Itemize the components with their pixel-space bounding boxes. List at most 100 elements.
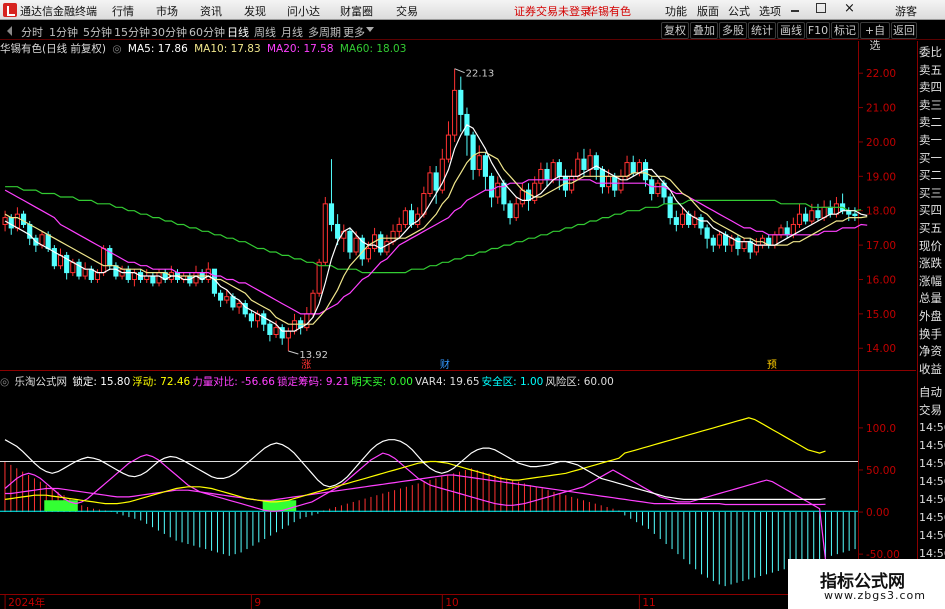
candle-body bbox=[224, 296, 230, 301]
candle-body bbox=[322, 203, 328, 263]
candle-body bbox=[698, 217, 704, 229]
quote-field-13[interactable]: 涨幅 bbox=[919, 272, 945, 290]
panel-tab-0[interactable]: 自动 bbox=[919, 383, 945, 401]
candle-body bbox=[809, 210, 815, 222]
kline-chart[interactable]: 22.00 21.00 20.00 19.00 18.00 17.00 16.00 15.00… bbox=[0, 0, 945, 609]
quote-field-16[interactable]: 换手 bbox=[919, 325, 945, 343]
candle-body bbox=[458, 89, 464, 115]
quote-field-1[interactable]: 卖五 bbox=[919, 61, 945, 79]
quote-field-0[interactable]: 委比 bbox=[919, 43, 945, 61]
candle-body bbox=[587, 155, 593, 170]
tick-time-0: 14:56 bbox=[919, 421, 945, 434]
time-tick-label: 2024年 bbox=[8, 596, 45, 609]
price-tick-label: 15.00 bbox=[866, 309, 896, 321]
candle-body bbox=[88, 268, 94, 280]
candle-body bbox=[248, 313, 254, 322]
candle-body bbox=[347, 230, 353, 253]
candle-body bbox=[519, 189, 525, 205]
candle-body bbox=[753, 244, 759, 253]
price-tick-label: 22.00 bbox=[866, 68, 896, 80]
quote-field-8[interactable]: 买三 bbox=[919, 184, 945, 202]
candle-body bbox=[735, 237, 741, 250]
quote-field-7[interactable]: 买二 bbox=[919, 166, 945, 184]
candle-body bbox=[353, 237, 359, 253]
quote-field-15[interactable]: 外盘 bbox=[919, 307, 945, 325]
candle-body bbox=[402, 210, 408, 225]
site-watermark: 指标公式网 www.zbgs3.com bbox=[788, 559, 945, 609]
candle-body bbox=[606, 175, 612, 188]
price-tick-label: 18.00 bbox=[866, 206, 896, 218]
candle-body bbox=[550, 162, 556, 181]
ma5-line bbox=[4, 123, 868, 332]
candle-body bbox=[20, 213, 27, 225]
quote-field-2[interactable]: 卖四 bbox=[919, 78, 945, 96]
candle-body bbox=[316, 261, 322, 294]
candle-body bbox=[636, 162, 642, 174]
candle-body bbox=[803, 213, 809, 222]
quote-field-14[interactable]: 总量 bbox=[919, 289, 945, 307]
candle-body bbox=[827, 206, 833, 215]
candle-body bbox=[538, 168, 544, 184]
candle-body bbox=[310, 292, 316, 315]
indicator-tick-label: 50.00 bbox=[866, 465, 896, 477]
candle-body bbox=[94, 272, 101, 280]
event-marker-1: 财 bbox=[440, 358, 450, 371]
candle-body bbox=[113, 265, 119, 277]
candle-body bbox=[470, 134, 476, 170]
candle-body bbox=[8, 217, 14, 229]
quote-field-11[interactable]: 现价 bbox=[919, 237, 945, 255]
indicator-tick-label: 100.0 bbox=[866, 423, 896, 435]
candle-body bbox=[396, 223, 402, 232]
candle-body bbox=[544, 168, 550, 181]
candle-body bbox=[679, 213, 686, 225]
price-tick-label: 20.00 bbox=[866, 137, 896, 149]
candle-body bbox=[150, 275, 156, 284]
quote-field-9[interactable]: 买四 bbox=[919, 201, 945, 219]
high-price-label: 22.13 bbox=[466, 69, 495, 80]
time-tick-label: 10 bbox=[445, 597, 458, 609]
lock-line bbox=[4, 439, 826, 500]
quote-field-17[interactable]: 净资 bbox=[919, 342, 945, 360]
quote-field-6[interactable]: 买一 bbox=[919, 149, 945, 167]
candle-body bbox=[723, 234, 729, 246]
quote-field-12[interactable]: 涨跌 bbox=[919, 254, 945, 272]
candle-body bbox=[507, 203, 513, 219]
candle-body bbox=[852, 213, 858, 217]
candle-body bbox=[630, 162, 636, 174]
candle-body bbox=[335, 223, 341, 239]
candle-body bbox=[575, 158, 581, 177]
quote-field-3[interactable]: 卖三 bbox=[919, 96, 945, 114]
power-ratio-line bbox=[4, 452, 827, 560]
float-line bbox=[4, 417, 826, 505]
candle-body bbox=[218, 292, 224, 301]
candle-body bbox=[673, 217, 679, 225]
candle-body bbox=[599, 168, 606, 188]
quote-field-4[interactable]: 卖二 bbox=[919, 113, 945, 131]
candle-body bbox=[261, 313, 267, 325]
candle-body bbox=[741, 241, 747, 250]
candle-body bbox=[704, 227, 710, 239]
candle-body bbox=[556, 162, 562, 177]
tick-time-2: 14:56 bbox=[919, 457, 945, 470]
candle-body bbox=[236, 303, 242, 308]
candle-body bbox=[14, 213, 20, 229]
candle-body bbox=[365, 248, 371, 260]
candle-body bbox=[291, 320, 298, 332]
candle-body bbox=[495, 182, 501, 198]
candle-body bbox=[778, 227, 784, 236]
candle-body bbox=[57, 254, 64, 267]
candle-body bbox=[489, 175, 495, 198]
tick-time-1: 14:56 bbox=[919, 439, 945, 452]
quote-field-10[interactable]: 买五 bbox=[919, 219, 945, 237]
candle-body bbox=[285, 330, 291, 339]
candle-body bbox=[525, 189, 532, 201]
candle-body bbox=[70, 261, 76, 274]
quote-field-5[interactable]: 卖一 bbox=[919, 131, 945, 149]
buy-signal-block-0 bbox=[44, 500, 78, 512]
candle-body bbox=[384, 241, 390, 253]
tick-time-6: 14:56 bbox=[919, 529, 945, 542]
price-tick-label: 14.00 bbox=[866, 343, 896, 355]
indicator-tick-label: 0.00 bbox=[866, 507, 889, 519]
quote-field-18[interactable]: 收益 bbox=[919, 360, 945, 378]
panel-tab-1[interactable]: 交易 bbox=[919, 401, 945, 419]
